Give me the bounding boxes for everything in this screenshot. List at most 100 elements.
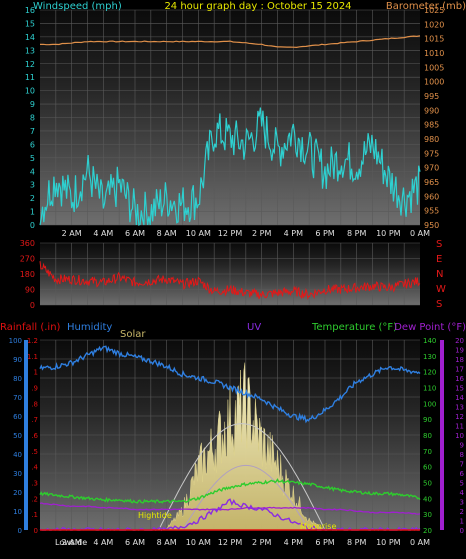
rainfall-y-tick-label: .2 (31, 495, 38, 503)
x-tick-label: 8 AM (157, 229, 177, 238)
wind-y-tick-label: 8 (30, 114, 35, 123)
temperature-y-tick-label: 50 (423, 480, 432, 488)
lowside-label: Lowside (55, 538, 87, 547)
temperature-y-tick-label: 80 (423, 432, 432, 440)
temperature-y-tick-label: 140 (423, 337, 436, 345)
hightide-label: Hightide (138, 511, 172, 520)
x-tick-label: 0 AM (410, 538, 430, 547)
temperature-y-tick-label: 20 (423, 527, 432, 535)
temperature-y-tick-label: 90 (423, 416, 432, 424)
x-tick-label: 4 AM (93, 229, 113, 238)
temperature-y-tick-label: 130 (423, 353, 436, 361)
x-tick-label: 6 PM (315, 229, 334, 238)
wind-y-tick-label: 5 (30, 154, 35, 163)
uv-y-tick-label: 11 (455, 423, 464, 431)
temperature-y-tick-label: 100 (423, 400, 436, 408)
wind-y-tick-label: 13 (25, 46, 35, 55)
wind-y-tick-label: 0 (30, 221, 35, 230)
humidity-y-tick-label: 10 (13, 508, 22, 516)
rainfall-y-tick-label: .4 (31, 464, 38, 472)
temperature-y-tick-label: 40 (423, 495, 432, 503)
x-tick-label: 2 AM (62, 229, 82, 238)
uv-y-tick-label: 8 (460, 451, 464, 459)
humidity-y-tick-label: 80 (13, 375, 22, 383)
humidity-y-tick-label: 50 (13, 432, 22, 440)
wind-y-tick-label: 2 (30, 194, 35, 203)
humidity-y-tick-label: 20 (13, 489, 22, 497)
wind-y-tick-label: 11 (25, 73, 35, 82)
uv-y-tick-label: 10 (455, 432, 464, 440)
temperature-axis-label: Temperature (°F) (311, 322, 397, 333)
x-tick-label: 8 AM (157, 538, 177, 547)
barometer-y-tick-label: 975 (424, 149, 439, 158)
humidity-y-tick-label: 30 (13, 470, 22, 478)
temperature-y-tick-label: 120 (423, 369, 436, 377)
moonrise-label: Moonrise (300, 522, 336, 531)
compass-label: W (436, 284, 446, 295)
x-tick-label: 2 PM (252, 229, 271, 238)
uv-y-tick-label: 7 (460, 461, 464, 469)
x-tick-label: 10 PM (376, 229, 401, 238)
barometer-y-tick-label: 965 (424, 178, 439, 187)
x-tick-label: 8 PM (347, 538, 366, 547)
rainfall-y-tick-label: .1 (31, 511, 38, 519)
uv-y-tick-label: 12 (455, 413, 464, 421)
temperature-y-tick-label: 110 (423, 385, 436, 393)
direction-y-tick-label: 90 (25, 286, 35, 295)
uv-y-tick-label: 9 (460, 442, 464, 450)
x-tick-label: 12 PM (218, 538, 243, 547)
uv-y-tick-label: 3 (460, 499, 464, 507)
uv-y-tick-label: 15 (455, 385, 464, 393)
barometer-y-tick-label: 955 (424, 207, 439, 216)
rainfall-y-tick-label: 1 (34, 369, 38, 377)
compass-label: S (436, 299, 442, 310)
uv-y-tick-label: 6 (460, 470, 465, 478)
wind-y-tick-label: 10 (25, 87, 35, 96)
wind-y-tick-label: 15 (25, 19, 35, 28)
rainfall-y-tick-label: 0 (34, 527, 38, 535)
temperature-y-tick-label: 30 (423, 511, 432, 519)
humidity-y-tick-label: 90 (13, 356, 22, 364)
rainfall-y-tick-label: .8 (31, 400, 38, 408)
humidity-y-tick-label: 40 (13, 451, 22, 459)
chart-title: 24 hour graph day : October 15 2024 (164, 1, 351, 12)
x-tick-label: 6 AM (125, 538, 145, 547)
x-tick-label: 6 AM (125, 229, 145, 238)
rainfall-y-tick-label: 1.1 (27, 353, 38, 361)
wind-y-tick-label: 6 (30, 140, 35, 149)
humidity-y-tick-label: 60 (13, 413, 22, 421)
uv-y-tick-label: 0 (460, 527, 464, 535)
barometer-axis-label: Barometer (mb) (386, 1, 466, 12)
barometer-y-tick-label: 970 (424, 164, 439, 173)
windspeed-axis-label: Windspeed (mph) (33, 1, 122, 12)
direction-y-tick-label: 360 (20, 239, 35, 248)
humidity-axis-bar (24, 340, 28, 530)
barometer-y-tick-label: 1005 (424, 63, 444, 72)
x-tick-label: 8 PM (347, 229, 366, 238)
barometer-y-tick-label: 990 (424, 106, 439, 115)
uv-y-tick-label: 2 (460, 508, 464, 516)
barometer-y-tick-label: 1015 (424, 35, 444, 44)
x-tick-label: 10 PM (376, 538, 401, 547)
x-tick-label: 2 PM (252, 538, 271, 547)
barometer-y-tick-label: 950 (424, 221, 439, 230)
wind-y-tick-label: 12 (25, 60, 35, 69)
rainfall-y-tick-label: .9 (31, 385, 38, 393)
uv-y-tick-label: 13 (455, 404, 464, 412)
compass-label: S (436, 239, 442, 250)
weather-graph-svg: 2 AM 4 AM 6 AM 8 AM 10 AM 12 PM 2 PM 4 PM 6 PM 8 … (0, 1, 466, 547)
x-tick-label: 4 PM (284, 229, 303, 238)
barometer-y-tick-label: 1010 (424, 49, 444, 58)
wind-y-tick-label: 14 (25, 33, 35, 42)
uv-y-tick-label: 17 (455, 366, 464, 374)
direction-y-tick-label: 270 (20, 255, 35, 264)
x-tick-label: 6 PM (315, 538, 334, 547)
dewpoint-axis-bar (440, 340, 444, 530)
barometer-y-tick-label: 1000 (424, 78, 444, 87)
rainfall-y-tick-label: .3 (31, 480, 38, 488)
uv-y-tick-label: 4 (460, 489, 465, 497)
x-tick-label: 10 AM (186, 229, 211, 238)
x-tick-label: 4 AM (93, 538, 113, 547)
uv-y-tick-label: 20 (455, 337, 464, 345)
uv-y-tick-label: 5 (460, 480, 464, 488)
